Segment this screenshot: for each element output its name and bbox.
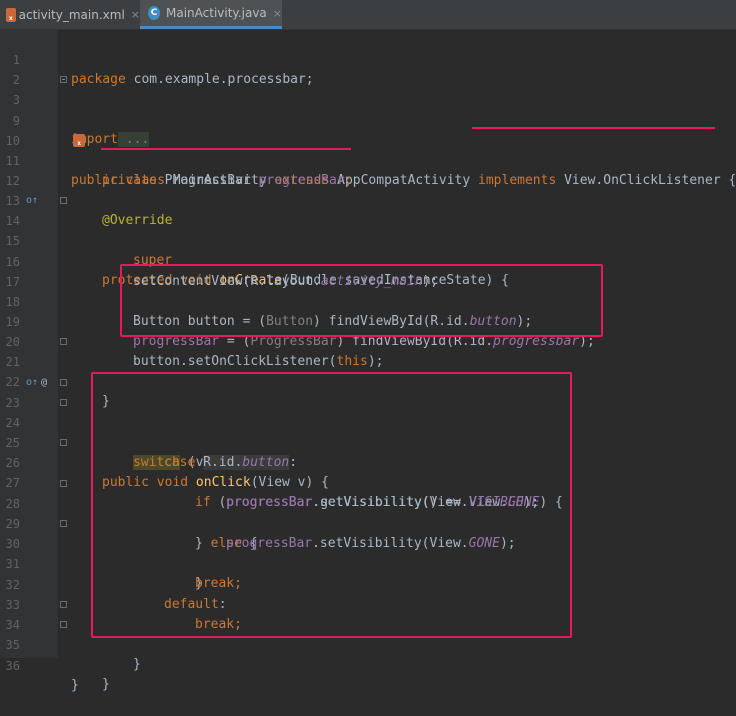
override-method-icon[interactable]: o↑ <box>26 191 38 211</box>
fold-collapse-icon[interactable] <box>60 601 67 608</box>
code-line: 14 o↑ protected void onCreate(Bundle sav… <box>0 191 736 288</box>
implements-method-icon[interactable]: o↑ <box>26 373 38 393</box>
code-line: 1 package com.example.processbar; <box>0 30 736 87</box>
java-class-icon: C <box>148 6 160 20</box>
code-line: 15 super <box>0 211 736 268</box>
find-view-highlight-box <box>120 264 603 337</box>
fold-collapse-icon[interactable] <box>60 439 67 446</box>
code-line: 36 } <box>0 636 736 693</box>
tab-label: activity_main.xml <box>18 7 125 22</box>
editor-tab-bar: x activity_main.xml × C MainActivity.jav… <box>0 0 736 30</box>
code-line: 22 <box>0 352 736 389</box>
fold-collapse-icon[interactable] <box>60 379 67 386</box>
fold-collapse-icon[interactable] <box>60 197 67 204</box>
fold-collapse-icon[interactable] <box>60 399 67 406</box>
fold-collapse-icon[interactable] <box>60 520 67 527</box>
implements-underline-annotation <box>472 127 715 129</box>
line-number: 36 <box>5 659 20 673</box>
code-line: 9 <box>0 91 736 128</box>
fold-expand-icon[interactable] <box>60 76 67 83</box>
code-line: 2 <box>0 50 736 87</box>
fold-collapse-icon[interactable] <box>60 480 67 487</box>
close-icon[interactable]: × <box>131 8 140 21</box>
field-underline-annotation <box>101 148 351 150</box>
fold-collapse-icon[interactable] <box>60 621 67 628</box>
close-icon[interactable]: × <box>273 7 282 20</box>
code-line: 13 @Override <box>0 171 736 228</box>
fold-collapse-icon[interactable] <box>60 338 67 345</box>
xml-file-icon: x <box>6 7 16 22</box>
code-line: 3 import ... <box>0 70 736 147</box>
at-annotation-icon: @ <box>41 377 48 388</box>
tab-activity-main-xml[interactable]: x activity_main.xml × <box>0 0 140 29</box>
code-line: 12 <box>0 151 736 188</box>
onclick-highlight-box <box>91 372 572 638</box>
tab-label: MainActivity.java <box>166 6 267 20</box>
tab-mainactivity-java[interactable]: C MainActivity.java × <box>140 0 282 29</box>
code-line: 16 setContentView(R.layout.activity_main… <box>0 232 736 289</box>
